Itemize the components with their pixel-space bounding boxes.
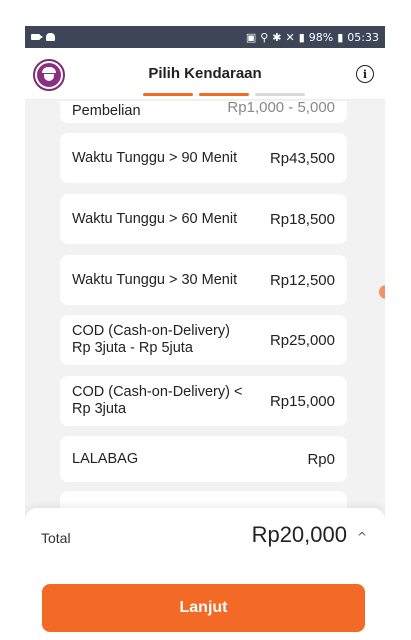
location-icon: ⚲ [260, 30, 269, 44]
item-label: LALABAG [72, 450, 139, 467]
list-item[interactable]: COD (Cash-on-Delivery) < Rp 3juta Rp15,0… [60, 376, 347, 426]
scroll-indicator[interactable] [379, 285, 385, 299]
item-label: COD (Cash-on-Delivery) < Rp 3juta [72, 384, 243, 417]
battery-icon: ▮ [337, 30, 344, 44]
progress-step-2 [199, 93, 249, 96]
continue-button[interactable]: Lanjut [42, 584, 365, 632]
page-title: Pilih Kendaraan [148, 65, 262, 82]
list-item[interactable]: LALABAG Rp0 [60, 436, 347, 482]
list-item[interactable]: Pembelian Rp1,000 - 5,000 [60, 101, 347, 123]
item-amount: Rp18,500 [269, 210, 335, 228]
progress-steps [143, 93, 305, 96]
item-label: Waktu Tunggu > 30 Menit [72, 271, 238, 288]
list-item[interactable]: Waktu Tunggu > 30 Menit Rp12,500 [60, 255, 347, 305]
signal-icon: ▮ [298, 30, 305, 44]
bluetooth-icon: ✱ [272, 30, 282, 44]
battery-percent: 98% [308, 30, 334, 44]
item-label: Waktu Tunggu > 60 Menit [72, 210, 238, 227]
progress-step-3 [255, 93, 305, 96]
item-amount: Rp15,000 [269, 392, 335, 410]
total-label: Total [41, 530, 71, 546]
item-amount: Rp1,000 - 5,000 [227, 101, 335, 116]
video-camera-icon [31, 34, 43, 40]
status-bar: ▣ ⚲ ✱ ✕ ▮ 98% ▮ 05:33 [25, 26, 385, 48]
item-label: COD (Cash-on-Delivery) Rp 3juta - Rp 5ju… [72, 323, 230, 356]
notification-app-icon [46, 33, 55, 41]
cast-icon: ▣ [245, 30, 257, 44]
item-amount: Rp0 [307, 450, 335, 468]
list-item[interactable]: Waktu Tunggu > 90 Menit Rp43,500 [60, 133, 347, 183]
app-screen: Pilih Kendaraan i Pembelian Rp1,000 - 5,… [25, 48, 385, 640]
total-amount: Rp20,000 [251, 522, 347, 547]
total-panel: Total Rp20,000 ^ Lanjut [25, 508, 385, 640]
item-label: Waktu Tunggu > 90 Menit [72, 149, 238, 166]
clock: 05:33 [347, 30, 379, 44]
info-icon[interactable]: i [356, 65, 374, 83]
progress-step-1 [143, 93, 193, 96]
chevron-up-icon[interactable]: ^ [357, 530, 367, 544]
item-label: Pembelian [72, 103, 141, 119]
mute-icon: ✕ [285, 30, 295, 44]
list-item[interactable]: Waktu Tunggu > 60 Menit Rp18,500 [60, 194, 347, 244]
item-amount: Rp25,000 [269, 331, 335, 349]
list-item[interactable]: COD (Cash-on-Delivery) Rp 3juta - Rp 5ju… [60, 315, 347, 365]
item-amount: Rp12,500 [269, 271, 335, 289]
item-amount: Rp43,500 [269, 149, 335, 167]
app-header: Pilih Kendaraan i [25, 48, 385, 100]
